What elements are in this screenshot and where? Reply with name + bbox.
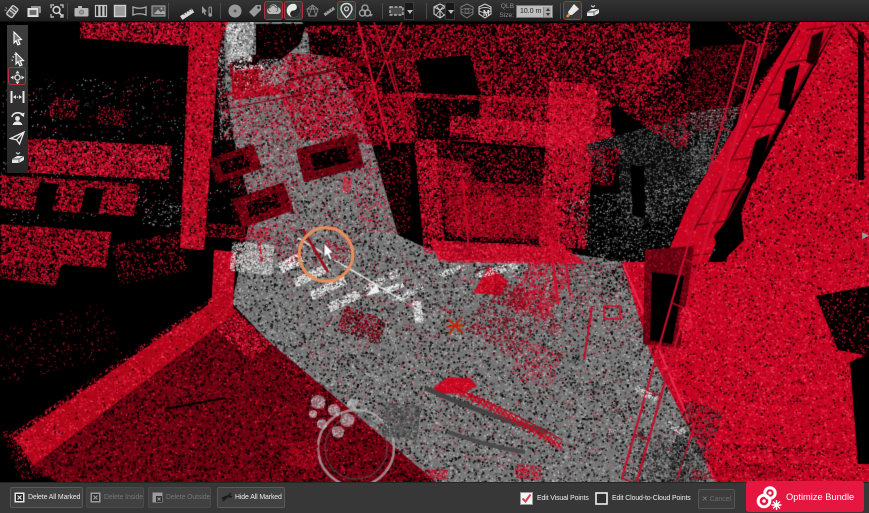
svg-text:M: M	[483, 9, 490, 18]
